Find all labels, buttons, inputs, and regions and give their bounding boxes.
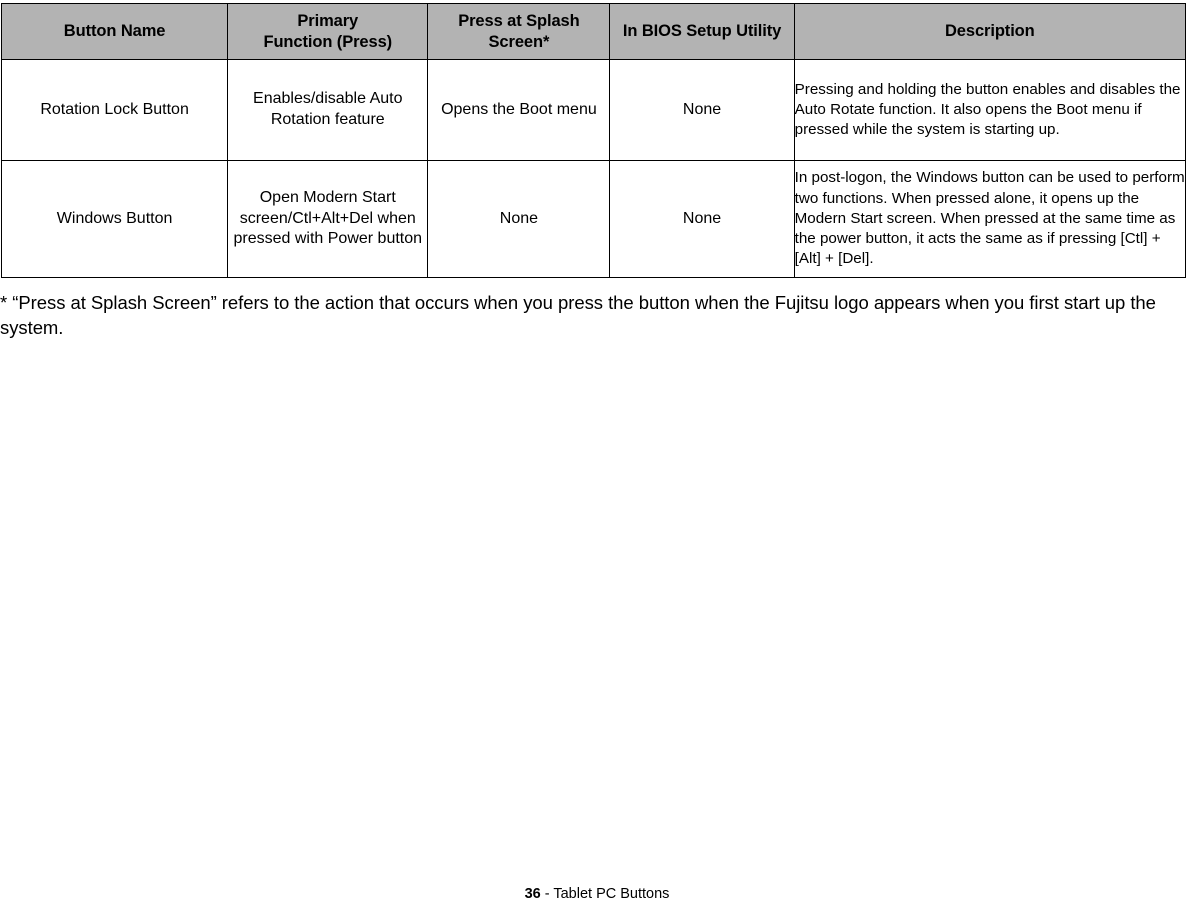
column-header-button-name: Button Name bbox=[0, 3, 229, 60]
column-header-in-bios: In BIOS Setup Utility bbox=[609, 3, 795, 60]
cell-button-name: Rotation Lock Button bbox=[0, 59, 229, 161]
cell-press-at-splash: Opens the Boot menu bbox=[427, 59, 611, 161]
column-header-press-at-splash-line2: Screen* bbox=[488, 32, 550, 51]
tablet-pc-buttons-table: Button Name Primary Function (Press) Pre… bbox=[0, 3, 1187, 278]
column-header-primary-function-line2: Function (Press) bbox=[263, 32, 393, 51]
page-footer: 36 - Tablet PC Buttons bbox=[0, 886, 1194, 903]
cell-button-name: Windows Button bbox=[0, 160, 229, 278]
cell-primary-function: Open Modern Start screen/Ctl+Alt+Del whe… bbox=[227, 160, 429, 278]
column-header-primary-function: Primary Function (Press) bbox=[227, 3, 429, 60]
column-header-button-name-line1: Button Name bbox=[63, 22, 166, 41]
column-header-press-at-splash-line1: Press at Splash bbox=[458, 11, 580, 30]
cell-primary-function: Enables/disable Auto Rotation feature bbox=[227, 59, 429, 161]
cell-in-bios: None bbox=[609, 160, 795, 278]
footer-separator: - bbox=[540, 886, 554, 902]
footer-section-title: Tablet PC Buttons bbox=[553, 886, 670, 902]
cell-description: Pressing and holding the button enables … bbox=[793, 59, 1187, 161]
table-body: Rotation Lock Button Enables/disable Aut… bbox=[0, 59, 1187, 278]
table-header: Button Name Primary Function (Press) Pre… bbox=[0, 3, 1187, 60]
column-header-press-at-splash: Press at Splash Screen* bbox=[427, 3, 611, 60]
column-header-primary-function-line1: Primary bbox=[297, 11, 359, 30]
table-row: Rotation Lock Button Enables/disable Aut… bbox=[0, 59, 1187, 161]
table-header-row: Button Name Primary Function (Press) Pre… bbox=[0, 3, 1187, 60]
cell-press-at-splash: None bbox=[427, 160, 611, 278]
page-number: 36 bbox=[524, 886, 541, 902]
table-footnote: * “Press at Splash Screen” refers to the… bbox=[0, 292, 1156, 338]
cell-in-bios: None bbox=[609, 59, 795, 161]
table-row: Windows Button Open Modern Start screen/… bbox=[0, 160, 1187, 278]
column-header-description: Description bbox=[793, 3, 1187, 60]
document-page: Button Name Primary Function (Press) Pre… bbox=[0, 0, 1194, 906]
column-header-in-bios-line1: In BIOS Setup Utility bbox=[622, 22, 782, 41]
cell-description: In post-logon, the Windows button can be… bbox=[793, 160, 1187, 278]
column-header-description-line1: Description bbox=[944, 22, 1035, 41]
